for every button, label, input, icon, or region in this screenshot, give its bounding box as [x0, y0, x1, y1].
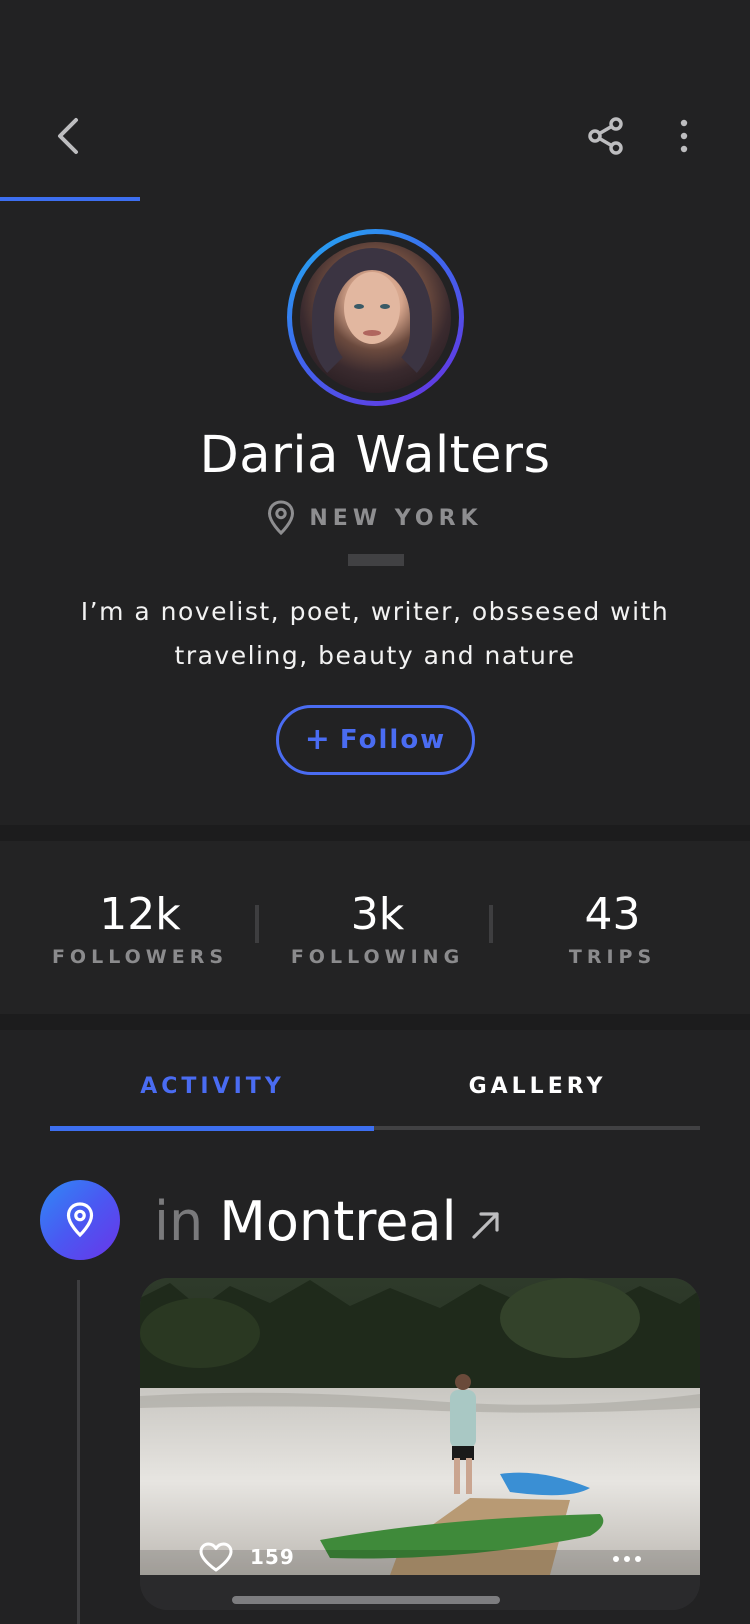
more-vertical-icon — [680, 119, 688, 153]
stat-divider — [489, 905, 493, 943]
timeline-location-marker — [40, 1180, 120, 1260]
like-button[interactable]: 159 — [198, 1541, 295, 1573]
more-options-button[interactable] — [664, 106, 704, 166]
share-button[interactable] — [580, 106, 632, 166]
stat-trips[interactable]: 43 TRIPS — [530, 889, 695, 968]
stat-value: 3k — [350, 889, 405, 940]
activity-prefix: in — [154, 1190, 204, 1253]
dot — [613, 1556, 619, 1562]
map-pin-icon — [268, 500, 295, 536]
page-progress-bar — [0, 197, 140, 201]
plus-icon: + — [304, 722, 332, 757]
profile-name: Daria Walters — [199, 426, 551, 485]
stat-followers[interactable]: 12k FOLLOWERS — [50, 889, 230, 968]
avatar-ring — [287, 229, 464, 406]
share-icon — [588, 117, 623, 155]
tab-active-indicator — [50, 1126, 374, 1131]
profile-tabs: ACTIVITY GALLERY — [50, 1060, 700, 1131]
section-separator — [0, 825, 750, 841]
stat-value: 12k — [99, 889, 181, 940]
section-separator — [0, 1014, 750, 1030]
stat-following[interactable]: 3k FOLLOWING — [285, 889, 470, 968]
map-pin-icon — [66, 1202, 94, 1238]
card-footer — [140, 1575, 700, 1610]
tab-gallery[interactable]: GALLERY — [375, 1074, 700, 1099]
heart-icon — [199, 1542, 233, 1572]
timeline-line — [77, 1280, 80, 1624]
avatar[interactable] — [300, 242, 451, 393]
lake-photo — [140, 1278, 700, 1575]
dot — [624, 1556, 630, 1562]
dot — [635, 1556, 641, 1562]
location-label: NEW YORK — [309, 505, 483, 531]
like-count: 159 — [250, 1545, 295, 1569]
follow-button[interactable]: + Follow — [276, 705, 475, 775]
stat-label: FOLLOWING — [290, 946, 465, 968]
activity-location-link[interactable]: in Montreal — [154, 1190, 503, 1253]
back-button[interactable] — [44, 106, 92, 166]
stat-label: FOLLOWERS — [51, 946, 229, 968]
arrow-up-right-icon — [471, 1211, 499, 1239]
profile-location: NEW YORK — [0, 500, 750, 536]
divider — [348, 554, 404, 566]
stat-divider — [255, 905, 259, 943]
activity-place: Montreal — [219, 1190, 457, 1253]
card-more-button[interactable] — [602, 1544, 652, 1574]
home-indicator[interactable] — [232, 1596, 500, 1604]
activity-photo-card[interactable]: 159 — [140, 1278, 700, 1610]
stat-value: 43 — [584, 889, 641, 940]
stat-label: TRIPS — [568, 946, 657, 968]
chevron-left-icon — [58, 118, 78, 154]
profile-bio: I’m a novelist, poet, writer, obssesed w… — [80, 597, 670, 670]
stats-panel: 12k FOLLOWERS 3k FOLLOWING 43 TRIPS — [0, 841, 750, 1014]
follow-label: Follow — [339, 725, 447, 755]
tab-activity[interactable]: ACTIVITY — [50, 1074, 375, 1099]
